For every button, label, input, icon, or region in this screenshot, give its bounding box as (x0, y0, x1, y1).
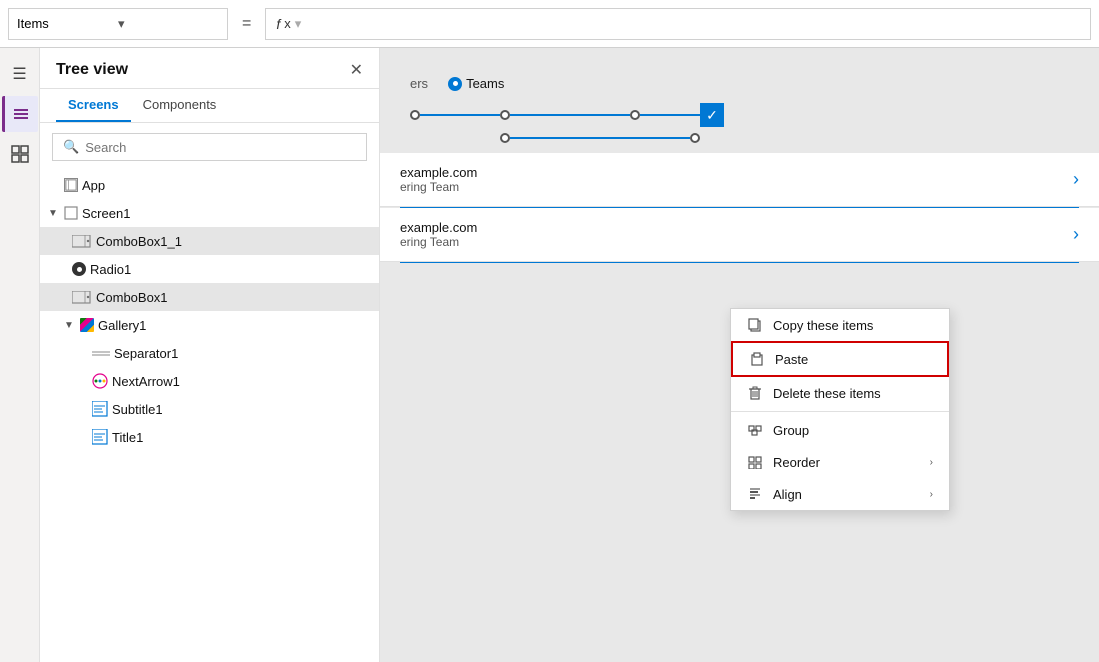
group-icon (747, 422, 763, 438)
canvas-checkbox: ✓ (700, 103, 724, 127)
screen-icon (64, 206, 78, 220)
tree-item-app-label: App (82, 178, 105, 193)
app-icon (64, 178, 78, 192)
canvas-area: ers Teams ✓ (380, 48, 1099, 662)
formula-bar[interactable]: f x ▾ (265, 8, 1091, 40)
tree-item-nextarrow1-label: NextArrow1 (112, 374, 180, 389)
tree-item-radio1[interactable]: Radio1 (40, 255, 379, 283)
context-menu-group-label: Group (773, 423, 933, 438)
canvas-item1-secondary: ering Team (400, 180, 477, 194)
context-menu-delete[interactable]: Delete these items (731, 377, 949, 409)
tree-item-combobox1_1-label: ComboBox1_1 (96, 234, 182, 249)
reorder-icon (747, 454, 763, 470)
tree-item-app[interactable]: App (40, 171, 379, 199)
canvas-item1-primary: example.com (400, 165, 477, 180)
separator-icon (92, 348, 110, 358)
copy-icon (747, 317, 763, 333)
combobox-icon-2 (72, 291, 92, 304)
combobox-icon (72, 235, 92, 248)
align-submenu-arrow-icon: › (930, 489, 933, 500)
context-menu-align-label: Align (773, 487, 920, 502)
tree-panel-title: Tree view (56, 61, 128, 79)
context-menu-group[interactable]: Group (731, 414, 949, 446)
context-menu-paste-label: Paste (775, 352, 931, 367)
paste-icon (749, 351, 765, 367)
context-menu-copy[interactable]: Copy these items (731, 309, 949, 341)
tree-item-gallery1-label: Gallery1 (98, 318, 146, 333)
layers-icon[interactable] (2, 96, 38, 132)
search-icon: 🔍 (63, 139, 79, 155)
tree-item-screen1[interactable]: ▼ Screen1 (40, 199, 379, 227)
context-menu-reorder[interactable]: Reorder › (731, 446, 949, 478)
canvas-item2-secondary: ering Team (400, 235, 477, 249)
title-icon (92, 429, 108, 445)
search-input[interactable] (85, 140, 356, 155)
context-menu-delete-label: Delete these items (773, 386, 933, 401)
context-menu-align[interactable]: Align › (731, 478, 949, 510)
tree-item-screen1-label: Screen1 (82, 206, 130, 221)
canvas-radio-label-other: ers (410, 76, 428, 91)
context-menu-copy-label: Copy these items (773, 318, 933, 333)
fx-x: x (284, 16, 291, 31)
tree-item-combobox1-label: ComboBox1 (96, 290, 168, 305)
canvas-list-item-2: example.com ering Team › (380, 208, 1099, 262)
tree-item-title1[interactable]: Title1 (40, 423, 379, 451)
tree-item-nextarrow1[interactable]: NextArrow1 (40, 367, 379, 395)
reorder-submenu-arrow-icon: › (930, 457, 933, 468)
tab-screens[interactable]: Screens (56, 89, 131, 122)
tree-item-separator1[interactable]: Separator1 (40, 339, 379, 367)
canvas-radio-teams-label: Teams (466, 76, 504, 91)
canvas-radio-teams: Teams (448, 76, 504, 91)
hamburger-menu-icon[interactable]: ☰ (2, 56, 38, 92)
search-box: 🔍 (52, 133, 367, 161)
items-dropdown-label: Items (17, 16, 118, 31)
context-menu-divider-1 (731, 411, 949, 412)
canvas-list-item-1: example.com ering Team › (380, 153, 1099, 207)
nextarrow-icon (92, 373, 108, 389)
tree-panel-header: Tree view ✕ (40, 48, 379, 89)
context-menu-paste[interactable]: Paste (731, 341, 949, 377)
canvas-item2-primary: example.com (400, 220, 477, 235)
canvas-list: example.com ering Team › example.com eri… (380, 153, 1099, 263)
tree-content: App ▼ Screen1 ComboBox1_1 (40, 171, 379, 662)
screen1-expand-arrow: ▼ (48, 208, 60, 219)
canvas-chevron-1: › (1073, 169, 1079, 190)
dropdown-arrow-icon: ▾ (118, 16, 219, 32)
fx-arrow: ▾ (295, 16, 302, 32)
delete-icon (747, 385, 763, 401)
icon-rail: ☰ (0, 48, 40, 662)
close-tree-panel-button[interactable]: ✕ (350, 60, 363, 80)
tree-item-radio1-label: Radio1 (90, 262, 131, 277)
top-bar: Items ▾ = f x ▾ (0, 0, 1099, 48)
tab-components[interactable]: Components (131, 89, 229, 122)
tree-item-gallery1[interactable]: ▼ Gallery1 (40, 311, 379, 339)
tree-item-combobox1[interactable]: ComboBox1 (40, 283, 379, 311)
fx-icon: f (276, 16, 280, 32)
tree-item-subtitle1[interactable]: Subtitle1 (40, 395, 379, 423)
equals-sign: = (236, 15, 257, 33)
tree-item-title1-label: Title1 (112, 430, 143, 445)
gallery-icon (80, 318, 94, 332)
main-area: ☰ Tree view ✕ Screens Components (0, 48, 1099, 662)
radio-icon (72, 262, 86, 276)
context-menu: Copy these items Paste (730, 308, 950, 511)
align-icon (747, 486, 763, 502)
tree-panel: Tree view ✕ Screens Components 🔍 (40, 48, 380, 662)
components-icon[interactable] (2, 136, 38, 172)
tree-item-combobox1_1[interactable]: ComboBox1_1 (40, 227, 379, 255)
gallery1-expand-arrow: ▼ (64, 320, 76, 331)
items-dropdown[interactable]: Items ▾ (8, 8, 228, 40)
tree-item-subtitle1-label: Subtitle1 (112, 402, 163, 417)
tree-item-separator1-label: Separator1 (114, 346, 178, 361)
subtitle-icon (92, 401, 108, 417)
context-menu-reorder-label: Reorder (773, 455, 920, 470)
tree-tabs: Screens Components (40, 89, 379, 123)
canvas-chevron-2: › (1073, 224, 1079, 245)
